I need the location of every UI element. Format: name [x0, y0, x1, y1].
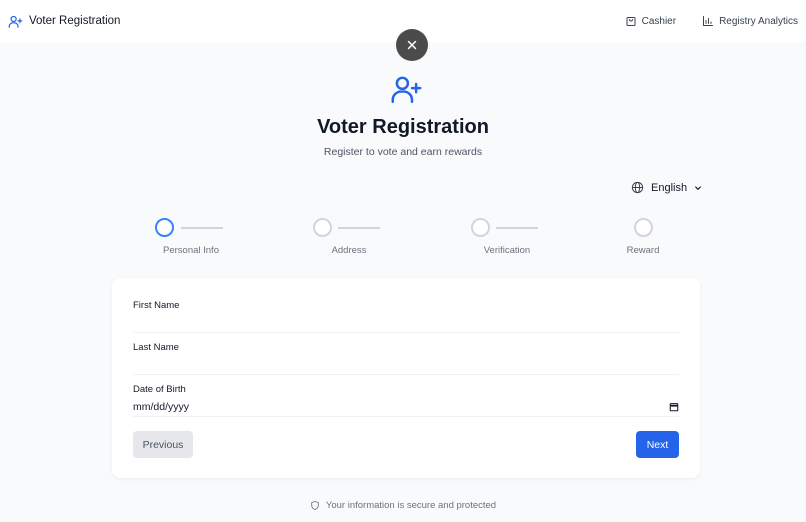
next-button[interactable]: Next	[636, 431, 679, 458]
step-indicator-personal-info	[155, 218, 174, 237]
shield-icon	[311, 500, 319, 511]
security-note-text: Your information is secure and protected	[325, 500, 497, 511]
chevron-down-icon	[695, 185, 701, 190]
date-of-birth-input[interactable]: mm/dd/yyyy	[133, 399, 679, 417]
date-of-birth-placeholder: mm/dd/yyyy	[133, 400, 190, 413]
step-label-personal-info: Personal Info	[163, 245, 219, 256]
step-connector	[181, 227, 223, 229]
language-selected: English	[651, 181, 688, 194]
nav-cashier[interactable]: Cashier	[625, 15, 676, 27]
step-connector	[338, 227, 380, 229]
brand-label: Voter Registration	[29, 15, 121, 27]
user-plus-icon	[8, 15, 23, 28]
shopping-bag-icon	[626, 17, 636, 26]
registration-form: First Name Last Name Date of Birth mm/dd…	[112, 278, 700, 478]
first-name-input[interactable]	[133, 315, 679, 333]
top-nav: Cashier Registry Analytics	[625, 15, 798, 27]
nav-registry-analytics[interactable]: Registry Analytics	[702, 15, 798, 27]
brand[interactable]: Voter Registration	[8, 14, 120, 29]
date-of-birth-label: Date of Birth	[133, 384, 186, 395]
security-note: Your information is secure and protected	[0, 500, 806, 511]
bar-chart-icon	[703, 16, 714, 26]
step-connector	[496, 227, 538, 229]
step-label-address: Address	[331, 245, 367, 256]
step-label-verification: Verification	[483, 245, 531, 256]
last-name-label: Last Name	[133, 342, 179, 353]
date-of-birth-field: Date of Birth mm/dd/yyyy	[133, 384, 679, 417]
step-indicator-reward	[634, 218, 653, 237]
progress-stepper: Personal Info Address Verification Rewar…	[0, 217, 806, 262]
step-indicator-verification	[471, 218, 490, 237]
close-icon	[407, 40, 417, 50]
step-label-reward: Reward	[626, 245, 660, 256]
nav-registry-analytics-label: Registry Analytics	[719, 15, 798, 27]
nav-cashier-label: Cashier	[641, 15, 677, 27]
last-name-input[interactable]	[133, 357, 679, 375]
user-plus-icon	[391, 76, 422, 104]
close-button[interactable]	[396, 29, 428, 61]
first-name-label: First Name	[133, 300, 180, 311]
language-select[interactable]: English	[631, 181, 702, 194]
page-subtitle: Register to vote and earn rewards	[323, 146, 483, 158]
previous-button[interactable]: Previous	[133, 431, 193, 458]
last-name-field: Last Name	[133, 342, 679, 375]
first-name-field: First Name	[133, 300, 679, 333]
calendar-icon[interactable]	[669, 402, 679, 412]
page-title: Voter Registration	[317, 116, 489, 138]
step-indicator-address	[313, 218, 332, 237]
globe-icon	[631, 181, 644, 194]
